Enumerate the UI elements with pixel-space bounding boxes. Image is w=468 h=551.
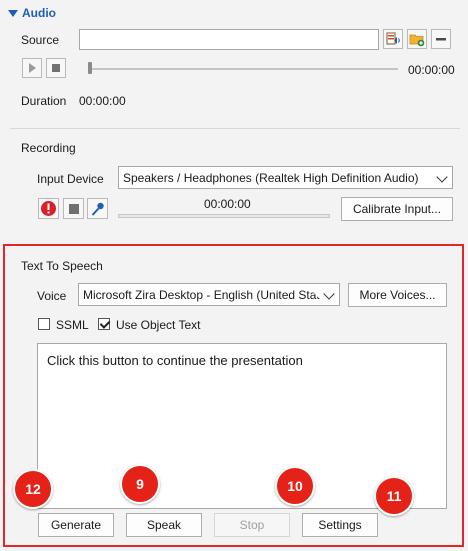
generate-button[interactable]: Generate [38,513,114,537]
callout-badge-stop: 10 [275,466,315,506]
calibrate-input-button[interactable]: Calibrate Input... [341,197,453,221]
speak-button[interactable]: Speak [126,513,202,537]
stop-recording-button[interactable] [63,198,84,219]
input-device-label: Input Device [37,172,104,186]
settings-button[interactable]: Settings [302,513,378,537]
open-audio-file-button[interactable] [407,29,427,49]
input-device-select[interactable]: Speakers / Headphones (Realtek High Defi… [118,166,453,189]
text-to-audio-icon-button[interactable] [383,29,403,49]
ssml-checkbox[interactable] [38,318,50,330]
source-field[interactable] [79,29,379,50]
callout-badge-generate: 12 [13,469,53,509]
more-voices-button[interactable]: More Voices... [348,283,447,307]
folder-add-icon [409,34,425,47]
duration-value: 00:00:00 [79,94,126,108]
microphone-icon [91,202,104,216]
source-label: Source [21,33,60,47]
play-icon [29,63,36,73]
audio-time: 00:00:00 [408,63,455,77]
minus-icon [436,38,446,41]
record-button[interactable] [38,198,59,219]
audio-header-label: Audio [22,6,56,20]
remove-audio-button[interactable] [431,29,451,49]
stop-icon [52,64,60,72]
chevron-down-icon [436,171,448,183]
ssml-label: SSML [56,318,89,332]
play-button[interactable] [22,58,42,78]
callout-badge-speak: 9 [120,464,160,504]
audio-section-header[interactable]: Audio [8,6,56,20]
voice-select[interactable]: Microsoft Zira Desktop - English (United… [78,283,340,306]
recording-time: 00:00:00 [204,197,251,211]
recording-title: Recording [21,141,76,155]
voice-label: Voice [37,289,67,303]
speaker-file-icon [386,32,400,45]
record-icon [41,201,56,216]
tts-title: Text To Speech [21,259,103,273]
stop-audio-button[interactable] [46,58,66,78]
collapse-triangle-icon [8,9,18,17]
section-divider [10,128,460,129]
audio-progress-track[interactable] [88,68,398,70]
callout-badge-settings: 11 [374,476,414,516]
stop-icon [68,203,79,214]
duration-label: Duration [21,94,67,108]
use-object-text-checkbox[interactable] [98,318,110,330]
stop-button[interactable]: Stop [214,513,290,537]
use-object-text-label: Use Object Text [116,318,201,332]
microphone-button[interactable] [87,198,108,219]
recording-level-meter [118,214,330,218]
audio-progress-handle[interactable] [88,62,92,74]
